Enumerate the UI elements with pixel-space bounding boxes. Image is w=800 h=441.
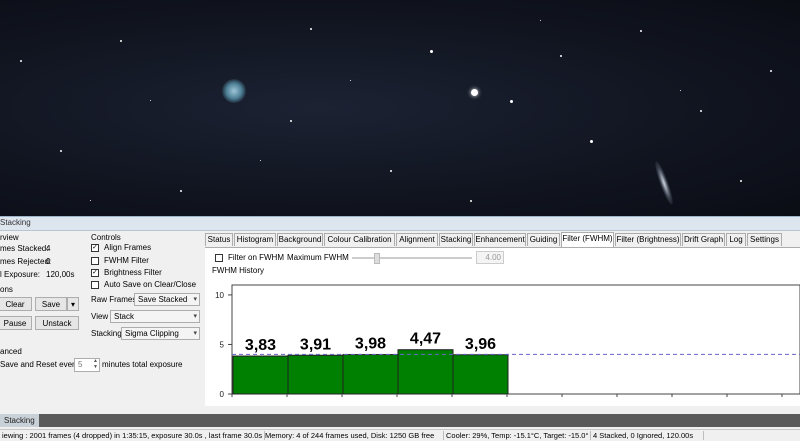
raw-frames-label: Raw Frames: [91, 295, 137, 304]
exposure-label: l Exposure:: [0, 270, 41, 279]
pause-button[interactable]: Pause: [0, 316, 32, 330]
panel-title: Stacking: [0, 218, 31, 227]
save-reset-label: Save and Reset every: [0, 360, 79, 369]
view-value: Stack: [114, 312, 135, 321]
view-select[interactable]: Stack ▾: [110, 310, 200, 323]
status-bar: iewing : 2001 frames (4 dropped) in 1:35…: [0, 429, 800, 441]
frames-stacked-value: 4: [46, 244, 51, 253]
auto-save-checkbox[interactable]: [91, 281, 99, 289]
star: [90, 200, 91, 201]
star: [390, 170, 392, 172]
overview-heading: rview: [0, 233, 19, 242]
star: [640, 30, 642, 32]
tab-drift-graph[interactable]: Drift Graph: [682, 233, 725, 246]
nebula: [222, 79, 246, 103]
frames-stacked-label: mes Stacked:: [0, 244, 49, 253]
star: [510, 100, 513, 103]
save-reset-stepper[interactable]: 5 ▲ ▼: [74, 358, 100, 372]
fwhm-filter-label: FWHM Filter: [104, 256, 149, 265]
max-fwhm-value[interactable]: 4.00: [476, 251, 504, 264]
galaxy: [652, 160, 676, 206]
stepper-arrows-icon[interactable]: ▲ ▼: [93, 358, 98, 370]
star: [540, 20, 541, 21]
tab-background[interactable]: Background: [277, 233, 323, 246]
view-label: View: [91, 312, 109, 321]
slider-thumb[interactable]: [374, 253, 380, 264]
tab-log[interactable]: Log: [726, 233, 746, 246]
tab-alignment[interactable]: Alignment: [396, 233, 438, 246]
stacking-label: Stacking: [91, 329, 122, 338]
stacking-panel: Stacking rview mes Stacked: 4 mes Reject…: [0, 216, 800, 441]
panel-titlebar: Stacking: [0, 217, 800, 231]
save-reset-value: 5: [78, 360, 83, 369]
star: [350, 80, 351, 81]
brightness-filter-label: Brightness Filter: [104, 268, 162, 277]
exposure-value: 120,00s: [46, 270, 75, 279]
tab-histogram[interactable]: Histogram: [234, 233, 276, 246]
star: [430, 50, 433, 53]
star: [770, 70, 772, 72]
chevron-down-icon: ▾: [70, 300, 75, 309]
advanced-heading: anced: [0, 347, 22, 356]
filter-on-fwhm-checkbox[interactable]: [215, 254, 223, 262]
minutes-label: minutes total exposure: [102, 360, 183, 369]
star: [120, 40, 122, 42]
chevron-down-icon: ▾: [193, 313, 197, 320]
star: [700, 110, 702, 112]
fwhm-filter-checkbox[interactable]: [91, 257, 99, 265]
star: [290, 120, 292, 122]
star: [590, 140, 593, 143]
tab-status[interactable]: Status: [205, 233, 233, 246]
frames-rejected-label: mes Rejected:: [0, 257, 52, 266]
tab-filter-brightness[interactable]: Filter (Brightness): [615, 233, 681, 246]
fwhm-history-label: FWHM History: [212, 266, 264, 275]
filter-on-fwhm-label: Filter on FWHM: [228, 253, 284, 262]
star: [560, 55, 562, 57]
raw-frames-select[interactable]: Save Stacked ▾: [134, 293, 200, 306]
star: [310, 28, 312, 30]
max-fwhm-value-text: 4.00: [485, 253, 501, 262]
star: [740, 180, 742, 182]
brightness-filter-checkbox[interactable]: ✓: [91, 269, 99, 277]
save-button[interactable]: Save: [35, 297, 67, 311]
max-fwhm-label: Maximum FWHM: [287, 253, 349, 262]
stacking-select[interactable]: Sigma Clipping ▾: [121, 327, 200, 340]
star: [260, 160, 261, 161]
bright-star: [471, 89, 478, 96]
star: [680, 90, 681, 91]
raw-frames-value: Save Stacked: [138, 295, 188, 304]
bottom-tab-bar: Stacking: [0, 414, 800, 427]
bottom-tab-stacking[interactable]: Stacking: [0, 414, 39, 427]
actions-heading: ons: [0, 285, 13, 294]
star: [180, 190, 182, 192]
chevron-down-icon: ▾: [193, 330, 197, 337]
tab-content-filter-fwhm: [205, 247, 800, 406]
tab-colour-calibration[interactable]: Colour Calibration: [324, 233, 395, 246]
unstack-button[interactable]: Unstack: [35, 316, 79, 330]
stacking-value: Sigma Clipping: [125, 329, 179, 338]
save-dropdown-button[interactable]: ▾: [67, 297, 79, 311]
tab-enhancement[interactable]: Enhancement: [474, 233, 526, 246]
controls-heading: Controls: [91, 233, 121, 242]
star: [60, 150, 62, 152]
star: [470, 200, 472, 202]
tab-filter-fwhm[interactable]: Filter (FWHM): [561, 232, 614, 247]
auto-save-label: Auto Save on Clear/Close: [104, 280, 197, 289]
star: [150, 100, 151, 101]
tab-settings[interactable]: Settings: [747, 233, 782, 246]
clear-button[interactable]: Clear: [0, 297, 32, 311]
max-fwhm-slider[interactable]: [352, 253, 472, 264]
sky-image: [0, 0, 800, 216]
align-frames-checkbox[interactable]: ✓: [91, 244, 99, 252]
tab-stacking[interactable]: Stacking: [439, 233, 473, 246]
chevron-down-icon: ▾: [193, 296, 197, 303]
align-frames-label: Align Frames: [104, 243, 152, 252]
star: [20, 60, 22, 62]
tab-guiding[interactable]: Guiding: [527, 233, 560, 246]
frames-rejected-value: 0: [46, 257, 51, 266]
